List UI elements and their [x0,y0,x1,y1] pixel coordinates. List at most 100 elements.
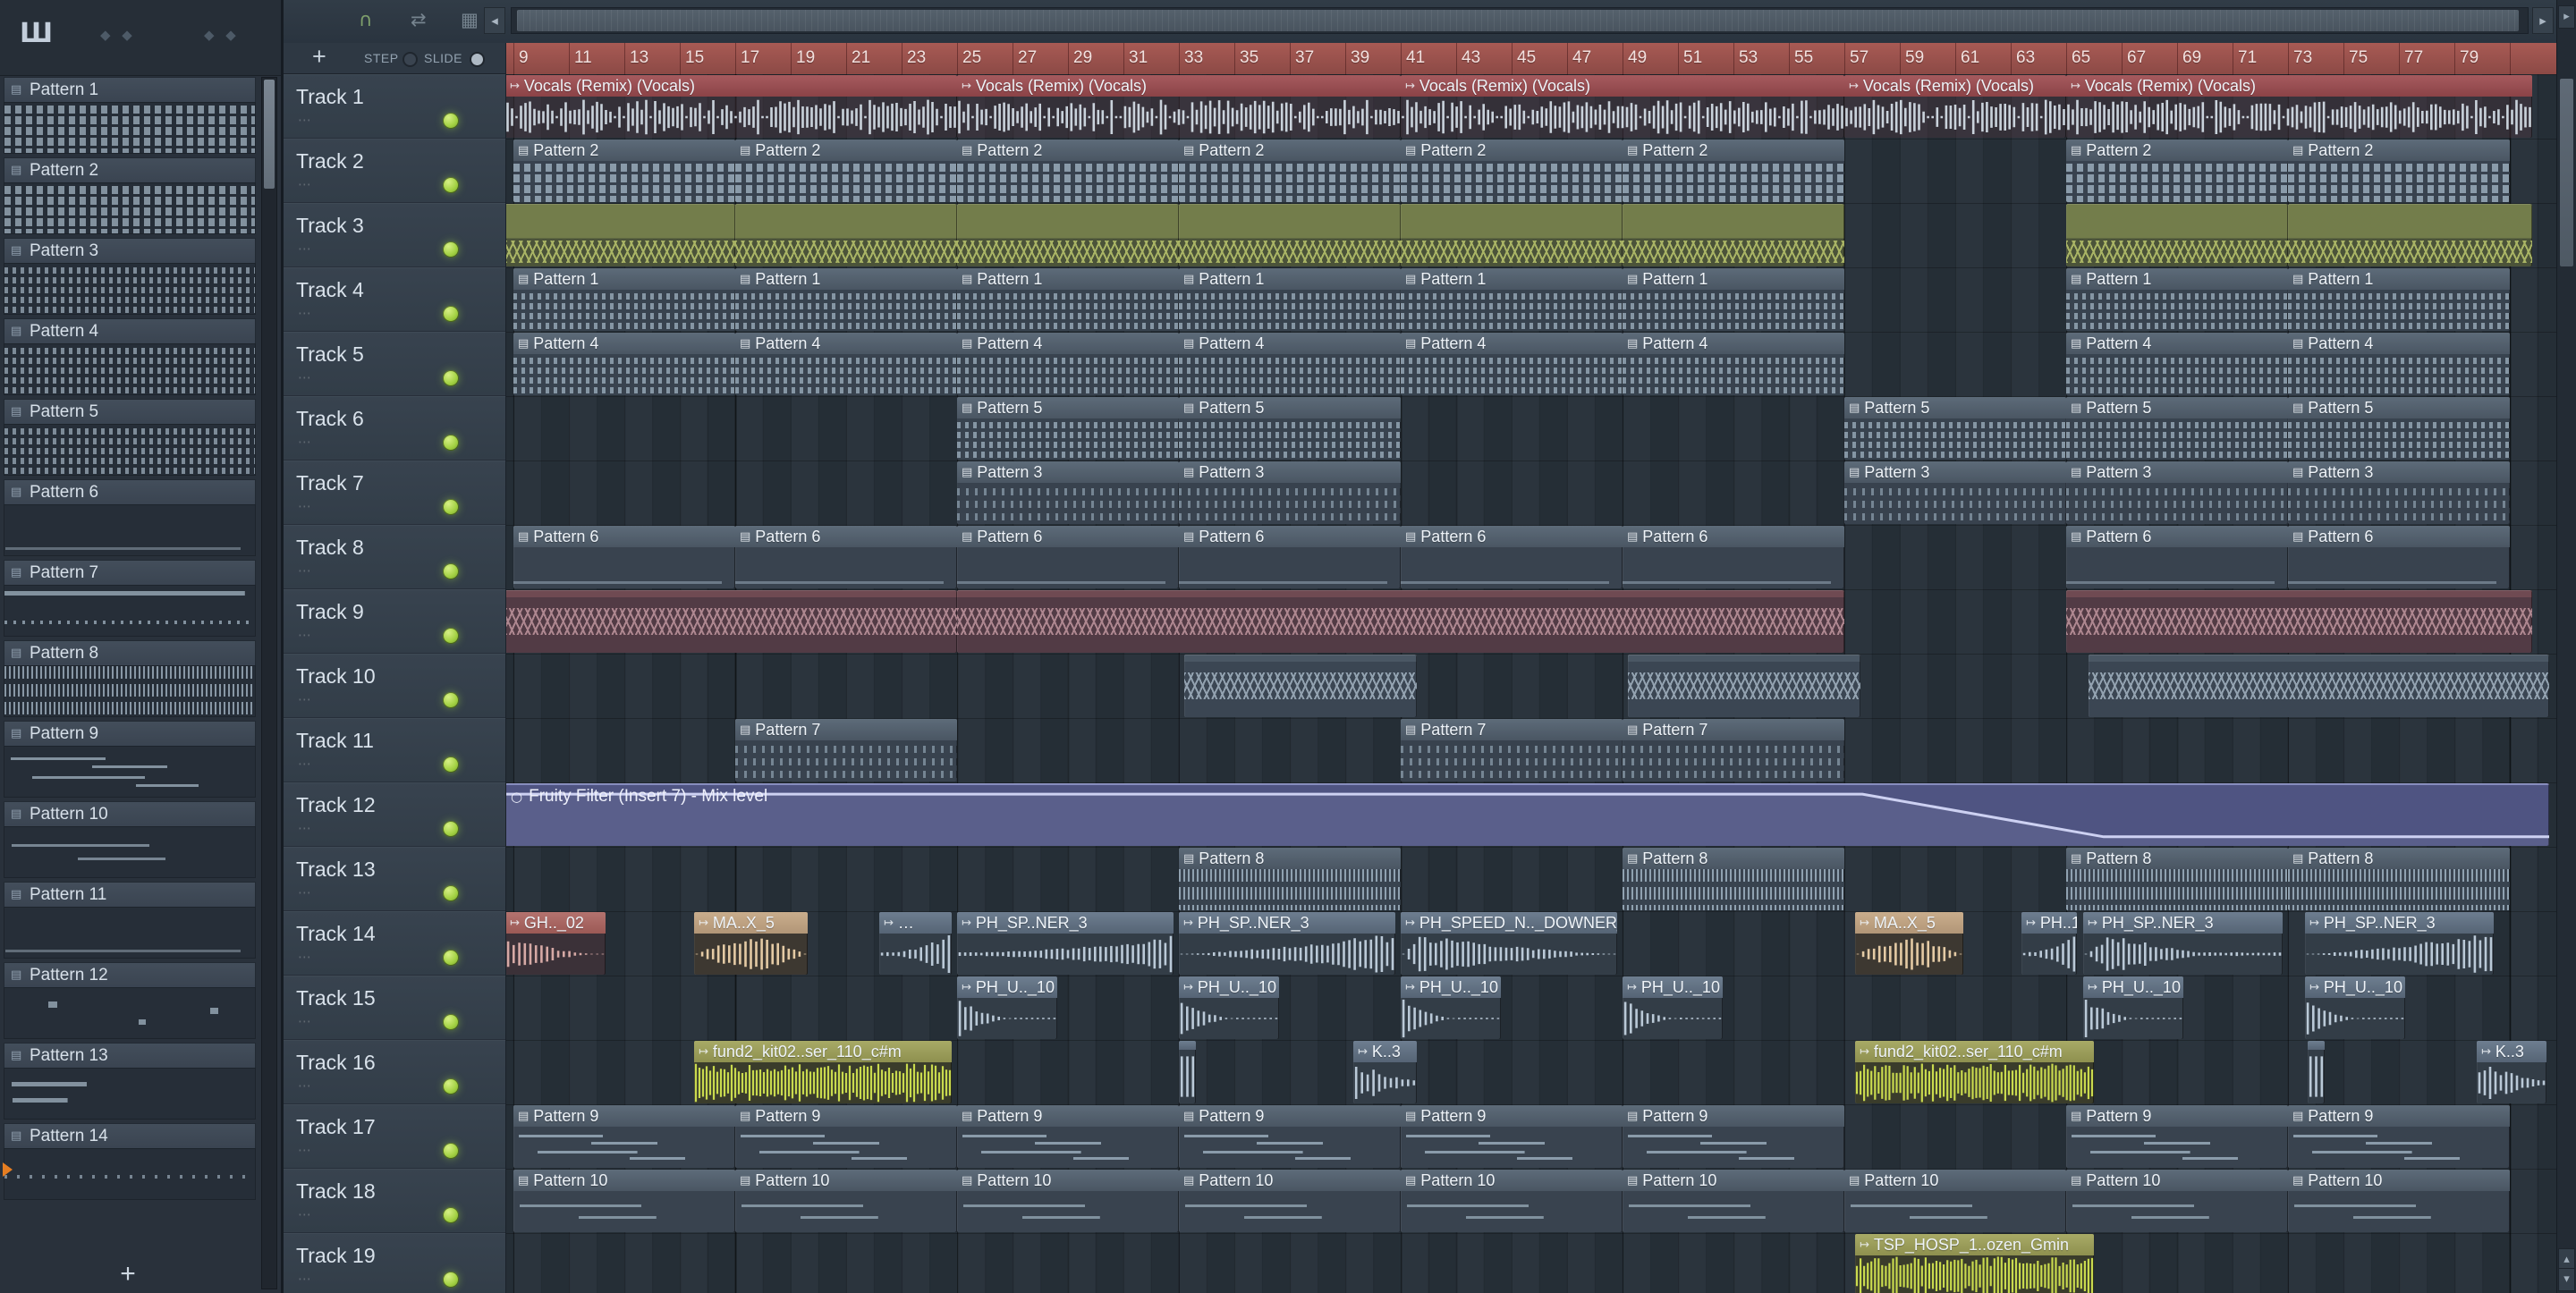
dimmed-tool-icon-2[interactable]: ◆ ◆ [204,27,240,43]
pattern-item-label[interactable]: ▤ Pattern 4 [4,318,256,343]
pattern-item-label[interactable]: ▤ Pattern 9 [4,721,256,746]
audio-clip[interactable]: ↦ GH.._02 [506,912,606,975]
audio-clip[interactable]: ↦ PH_U.._10 [2083,976,2183,1039]
track-header[interactable]: Track 18 ⋯ [284,1169,505,1233]
track-mute-led[interactable] [443,499,459,515]
pattern-item[interactable]: ▤ Pattern 5 [4,399,256,479]
track-mute-led[interactable] [443,306,459,322]
audio-clip[interactable]: ↦ Vocals (Remix) (Vocals) [957,75,1401,138]
pattern-clip[interactable]: ▤ Pattern 2 [1623,139,1844,202]
pattern-clip[interactable]: ▤ Pattern 10 [735,1170,957,1232]
audio-clip[interactable]: ↦ Vocals (Remix) (Vocals) [506,75,957,138]
pattern-clip[interactable]: ▤ Pattern 2 [2288,139,2510,202]
pattern-clip[interactable] [1179,204,1401,266]
audio-clip[interactable]: ↦ Vocals (Remix) (Vocals) [1401,75,1844,138]
pattern-item-label[interactable]: ▤ Pattern 10 [4,801,256,826]
vertical-scrollbar[interactable]: ▸ ▴ ▾ [2556,0,2576,1293]
audio-clip[interactable]: ↦ K..3 [1353,1041,1417,1103]
pattern-clip[interactable]: ▤ Pattern 1 [2288,268,2510,331]
pattern-clip[interactable]: ▤ Pattern 4 [735,333,957,395]
track-mute-led[interactable] [443,1014,459,1030]
pattern-item-label[interactable]: ▤ Pattern 6 [4,479,256,504]
audio-clip[interactable]: ↦ TSP_HOSP_1..ozen_Gmin [1855,1234,2094,1293]
track-mute-led[interactable] [443,370,459,386]
pattern-clip[interactable]: ▤ Pattern 6 [735,526,957,588]
pattern-clip[interactable]: ▤ Pattern 9 [2288,1105,2510,1168]
add-pattern-button[interactable]: + [0,1259,256,1289]
pattern-clip[interactable]: ▤ Pattern 7 [1401,719,1623,782]
pattern-clip[interactable]: ▤ Pattern 4 [957,333,1179,395]
track-header[interactable]: Track 12 ⋯ [284,782,505,847]
track-mute-led[interactable] [443,113,459,129]
pattern-clip[interactable]: ▤ Pattern 10 [1401,1170,1623,1232]
audio-clip[interactable]: ↦ PH_U.._10 [957,976,1057,1039]
pattern-clip[interactable]: ▤ Pattern 4 [513,333,735,395]
pattern-clip[interactable]: ▤ Pattern 3 [2288,461,2510,524]
pattern-clip[interactable]: ▤ Pattern 9 [2066,1105,2288,1168]
track-mute-led[interactable] [443,1078,459,1094]
audio-clip[interactable]: ↦ PH_SPEED_N.._DOWNER_8 [1401,912,1617,975]
pattern-clip[interactable]: ▤ Pattern 9 [735,1105,957,1168]
pattern-clip[interactable] [2089,655,2549,717]
track-mute-led[interactable] [443,241,459,258]
pattern-clip[interactable]: ▤ Pattern 1 [957,268,1179,331]
track-mute-led[interactable] [443,435,459,451]
track-header[interactable]: Track 13 ⋯ [284,847,505,911]
pattern-clip[interactable] [735,204,957,266]
pattern-clip[interactable]: ▤ Pattern 9 [1179,1105,1401,1168]
track-header[interactable]: Track 5 ⋯ [284,332,505,396]
pattern-clip[interactable]: ▤ Pattern 1 [1623,268,1844,331]
track-header[interactable]: Track 17 ⋯ [284,1104,505,1169]
pattern-clip[interactable] [1184,655,1417,717]
pattern-clip[interactable]: ▤ Pattern 3 [1844,461,2066,524]
pattern-item[interactable]: ▤ Pattern 9 [4,721,256,801]
audio-clip[interactable]: ↦ MA..X_5 [1855,912,1963,975]
audio-clip[interactable]: ↦ PH..1 [2021,912,2077,975]
pattern-clip[interactable]: ▤ Pattern 1 [1179,268,1401,331]
pattern-clip[interactable]: ▤ Pattern 10 [957,1170,1179,1232]
track-header[interactable]: Track 8 ⋯ [284,525,505,589]
pattern-clip[interactable]: ▤ Pattern 8 [2288,848,2510,910]
pattern-item[interactable]: ▤ Pattern 10 [4,801,256,882]
audio-clip[interactable]: ↦ fund2_kit02..ser_110_c#m [1855,1041,2094,1103]
pattern-clip[interactable]: ▤ Pattern 10 [1179,1170,1401,1232]
track-header[interactable]: Track 11 ⋯ [284,718,505,782]
audio-clip[interactable]: ↦ Vocals (Remix) (Vocals) [2066,75,2532,138]
pattern-clip[interactable]: ▤ Pattern 3 [2066,461,2288,524]
audio-clip[interactable]: ↦ fund2_kit02..ser_110_c#m [694,1041,952,1103]
pattern-item-label[interactable]: ▤ Pattern 11 [4,882,256,907]
pattern-item[interactable]: ▤ Pattern 6 [4,479,256,560]
pattern-clip[interactable]: ▤ Pattern 5 [1179,397,1401,460]
pattern-clip[interactable]: ▤ Pattern 9 [1401,1105,1623,1168]
track-mute-led[interactable] [443,1207,459,1223]
pattern-clip[interactable]: ▤ Pattern 4 [1623,333,1844,395]
track-header[interactable]: Track 9 ⋯ [284,589,505,654]
pattern-clip[interactable]: ▤ Pattern 6 [1623,526,1844,588]
pattern-list-scrollbar-thumb[interactable] [264,80,275,189]
pattern-clip[interactable]: ▤ Pattern 2 [2066,139,2288,202]
pattern-clip[interactable] [2066,590,2532,653]
track-mute-led[interactable] [443,692,459,708]
pattern-clip[interactable]: ▤ Pattern 6 [957,526,1179,588]
pattern-clip[interactable]: ▤ Pattern 8 [2066,848,2288,910]
pattern-clip[interactable] [1401,204,1623,266]
track-mute-led[interactable] [443,821,459,837]
track-header[interactable]: Track 19 ⋯ [284,1233,505,1293]
scrollbar-corner-button[interactable]: ▸ [2558,5,2575,29]
pattern-clip[interactable]: ▤ Pattern 2 [513,139,735,202]
pattern-clip[interactable] [2288,204,2532,266]
pattern-item-label[interactable]: ▤ Pattern 1 [4,77,256,102]
pattern-item[interactable]: ▤ Pattern 13 [4,1043,256,1123]
audio-clip[interactable]: ↦ Vocals (Remix) (Vocals) [1844,75,2066,138]
audio-clip[interactable]: ↦ K..3 [2477,1041,2546,1103]
track-header[interactable]: Track 4 ⋯ [284,267,505,332]
audio-clip[interactable] [1179,1041,1196,1103]
dimmed-tool-icon[interactable]: ◆ ◆ [100,27,136,43]
track-mute-led[interactable] [443,563,459,579]
audio-clip[interactable]: ↦ PH_U.._10 [2305,976,2405,1039]
pattern-clip[interactable]: ▤ Pattern 2 [735,139,957,202]
pattern-clip[interactable] [506,590,957,653]
horizontal-scrollbar[interactable] [511,7,2529,34]
audio-clip[interactable] [2308,1041,2325,1103]
audio-clip[interactable]: ↦ PH_U.._10 [1179,976,1279,1039]
